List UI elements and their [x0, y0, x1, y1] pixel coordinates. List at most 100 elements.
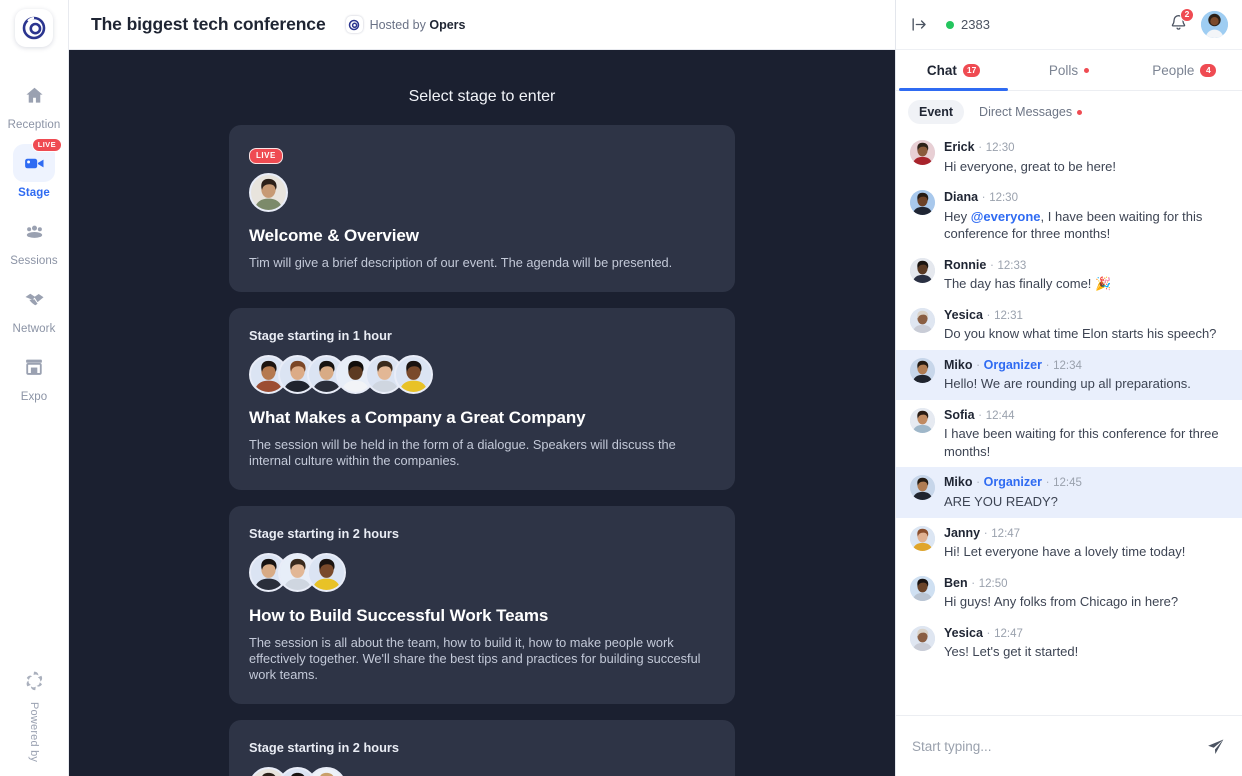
- message-author[interactable]: Sofia: [944, 408, 975, 422]
- chat-message[interactable]: Sofia · 12:44 I have been waiting for thi…: [896, 400, 1242, 468]
- chat-message[interactable]: Ben · 12:50 Hi guys! Any folks from Chica…: [896, 568, 1242, 618]
- chat-message[interactable]: Miko · Organizer · 12:34 Hello! We are ro…: [896, 349, 1242, 400]
- reception-icon-wrap: [13, 76, 55, 114]
- stage-card[interactable]: Stage starting in 1 hour What Makes a Co…: [229, 307, 735, 490]
- avatar-image: [251, 175, 286, 210]
- subtab-direct-messages[interactable]: Direct Messages: [968, 100, 1093, 124]
- subtab-direct-messages-label: Direct Messages: [979, 105, 1073, 119]
- stage-card-description: Tim will give a brief description of our…: [249, 255, 673, 270]
- speaker-avatar[interactable]: [307, 766, 346, 776]
- stage-card[interactable]: LIVE Welcome & Overview Tim will give a b…: [229, 125, 735, 292]
- message-text: Do you know what time Elon starts his sp…: [944, 326, 1217, 342]
- message-author[interactable]: Ben: [944, 576, 968, 590]
- user-avatar-image: [1201, 11, 1228, 38]
- avatar-image: [910, 140, 935, 165]
- message-body: Diana · 12:30 Hey @everyone, I have been …: [944, 189, 1228, 243]
- message-avatar[interactable]: [910, 307, 935, 333]
- collapse-panel-icon[interactable]: [910, 15, 929, 34]
- avatar-image: [910, 575, 935, 601]
- message-avatar[interactable]: [910, 525, 935, 551]
- sidebar-item-reception[interactable]: Reception: [0, 69, 68, 137]
- stage-card-time: Stage starting in 2 hours: [249, 525, 400, 541]
- online-users-indicator: 2383: [946, 17, 990, 32]
- stage-list-area: Select stage to enter LIVE Welcome & Ove…: [69, 50, 895, 776]
- message-avatar[interactable]: [910, 475, 935, 501]
- tab-polls[interactable]: Polls: [1011, 50, 1126, 90]
- message-avatar[interactable]: [910, 190, 935, 216]
- message-author[interactable]: Miko: [944, 358, 972, 372]
- message-header: Diana · 12:30: [944, 189, 1228, 207]
- message-mention[interactable]: @everyone: [971, 209, 1041, 224]
- message-body: Ben · 12:50 Hi guys! Any folks from Chica…: [944, 575, 1228, 611]
- message-body: Yesica · 12:31 Do you know what time Elon…: [944, 307, 1228, 343]
- tab-people-label: People: [1152, 62, 1195, 78]
- tab-chat-badge: 17: [962, 63, 981, 77]
- chat-message[interactable]: Miko · Organizer · 12:45 ARE YOU READY?: [896, 467, 1242, 518]
- chat-message[interactable]: Ronnie · 12:33 The day has finally come! …: [896, 250, 1242, 300]
- stage-card[interactable]: Stage starting in 2 hours How to Build S…: [229, 505, 735, 704]
- subtab-event[interactable]: Event: [908, 100, 965, 124]
- tab-chat[interactable]: Chat 17: [896, 50, 1011, 91]
- avatar-image: [910, 307, 935, 333]
- chat-message[interactable]: Yesica · 12:31 Do you know what time Elon…: [896, 300, 1242, 350]
- chat-message[interactable]: Erick · 12:30 Hi everyone, great to be he…: [896, 132, 1242, 182]
- avatar-image: [910, 257, 935, 283]
- message-time: 12:30: [985, 142, 1015, 154]
- chat-message[interactable]: Janny · 12:47 Hi! Let everyone have a lov…: [896, 518, 1242, 568]
- chat-message-list[interactable]: Erick · 12:30 Hi everyone, great to be he…: [896, 132, 1242, 715]
- avatar[interactable]: [1201, 11, 1228, 38]
- speaker-avatar[interactable]: [394, 354, 433, 394]
- chat-message[interactable]: Diana · 12:30 Hey @everyone, I have been …: [896, 182, 1242, 250]
- message-avatar[interactable]: [910, 575, 935, 601]
- subtab-direct-messages-dot: [1077, 109, 1083, 115]
- message-author[interactable]: Erick: [944, 140, 975, 154]
- tab-people[interactable]: People 4: [1127, 50, 1242, 90]
- avatar-image: [910, 625, 935, 651]
- message-author[interactable]: Yesica: [944, 308, 983, 322]
- message-author[interactable]: Janny: [944, 526, 980, 540]
- message-author[interactable]: Ronnie: [944, 258, 986, 272]
- sidebar-item-network[interactable]: Network: [0, 273, 68, 341]
- message-header: Janny · 12:47: [944, 525, 1228, 543]
- message-body: Erick · 12:30 Hi everyone, great to be he…: [944, 139, 1228, 175]
- sidebar-label-reception: Reception: [7, 119, 61, 131]
- chat-panel: 2383 2 Chat 17 Polls People 4 Event Dire…: [895, 0, 1242, 776]
- top-bar: The biggest tech conference Hosted by Op…: [69, 0, 895, 50]
- left-sidebar: Reception LIVE Stage Sessions Network Ex…: [0, 0, 69, 776]
- message-avatar[interactable]: [910, 357, 935, 383]
- sidebar-item-sessions[interactable]: Sessions: [0, 205, 68, 273]
- message-avatar[interactable]: [910, 140, 935, 165]
- message-header: Miko · Organizer · 12:45: [944, 474, 1228, 492]
- message-time: 12:31: [994, 309, 1023, 322]
- chat-input[interactable]: [912, 738, 1195, 754]
- message-author[interactable]: Miko: [944, 475, 972, 489]
- send-button[interactable]: [1205, 736, 1226, 757]
- chat-message[interactable]: Yesica · 12:47 Yes! Let's get it started!: [896, 618, 1242, 668]
- message-avatar[interactable]: [910, 625, 935, 651]
- message-avatar[interactable]: [910, 407, 935, 433]
- message-body: Ronnie · 12:33 The day has finally come! …: [944, 257, 1228, 293]
- subtab-event-label: Event: [919, 105, 954, 119]
- sidebar-item-expo[interactable]: Expo: [0, 341, 68, 409]
- chat-subtabs: Event Direct Messages: [896, 91, 1242, 132]
- sidebar-item-stage[interactable]: LIVE Stage: [0, 137, 68, 205]
- notifications-button[interactable]: 2: [1169, 7, 1194, 37]
- stage-card[interactable]: Stage starting in 2 hours: [229, 719, 735, 776]
- speaker-avatar[interactable]: [249, 173, 288, 212]
- message-text: Yes! Let's get it started!: [944, 644, 1079, 660]
- message-sep: ·: [975, 357, 981, 372]
- message-sep: ·: [983, 525, 988, 540]
- message-author[interactable]: Yesica: [944, 626, 983, 640]
- message-avatar[interactable]: [910, 257, 935, 283]
- message-author[interactable]: Diana: [944, 190, 978, 204]
- app-logo[interactable]: [15, 9, 53, 47]
- app-root: Reception LIVE Stage Sessions Network Ex…: [0, 0, 1242, 776]
- people-group-icon: [26, 225, 42, 238]
- sidebar-label-sessions: Sessions: [10, 255, 58, 267]
- send-paper-plane-icon: [1208, 739, 1224, 754]
- stage-card-speakers: [249, 552, 715, 592]
- stage-card-title: What Makes a Company a Great Company: [249, 407, 586, 427]
- host-name: Opers: [429, 17, 466, 32]
- speaker-avatar[interactable]: [307, 552, 346, 592]
- hosted-by-block: Hosted by Opers: [345, 16, 466, 33]
